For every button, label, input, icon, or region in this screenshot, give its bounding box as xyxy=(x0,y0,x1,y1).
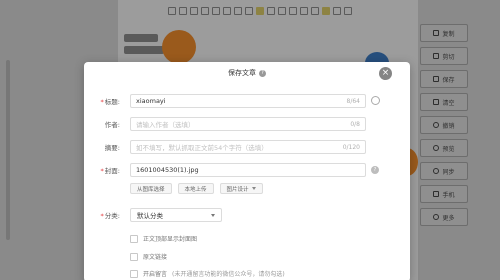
toolbar-button-icon[interactable] xyxy=(322,7,330,15)
category-label: *分类: xyxy=(100,212,120,220)
editor-label-block xyxy=(124,46,164,54)
toolbar-button-icon[interactable] xyxy=(333,7,341,15)
chevron-down-icon xyxy=(211,213,215,217)
toolbar-button-icon[interactable] xyxy=(344,7,352,15)
save-icon xyxy=(433,76,440,82)
title-input[interactable]: xiaomayi 8/64 xyxy=(130,94,366,108)
title-label: *标题: xyxy=(100,98,120,106)
toolbar-button-icon[interactable] xyxy=(201,7,209,15)
author-label: 作者: xyxy=(104,121,120,129)
dialog-title: 保存文章 xyxy=(228,69,256,77)
toolbar-button-icon[interactable] xyxy=(256,7,264,15)
author-char-count: 0/8 xyxy=(350,120,360,128)
summary-label: 摘要: xyxy=(104,144,120,152)
cut-icon xyxy=(433,53,440,59)
category-select[interactable]: 默认分类 xyxy=(130,208,222,222)
summary-char-count: 0/120 xyxy=(342,143,360,151)
undo-icon xyxy=(433,122,440,128)
side-button-sync[interactable]: 同步 xyxy=(420,162,468,180)
toolbar-button-icon[interactable] xyxy=(289,7,297,15)
side-button-copy[interactable]: 复制 xyxy=(420,24,468,42)
choose-from-gallery-button[interactable]: 从图库选择 xyxy=(130,183,172,194)
side-button-clear[interactable]: 清空 xyxy=(420,93,468,111)
sync-icon xyxy=(433,168,440,174)
author-row: 作者: 请输入作者（选填） 0/8 xyxy=(84,117,410,131)
eye-icon xyxy=(433,145,440,151)
trash-icon xyxy=(433,99,440,105)
help-icon[interactable]: ? xyxy=(259,69,266,77)
side-action-panel: 复制 剪切 保存 清空 撤销 预览 同步 手机 更多 xyxy=(420,24,468,280)
local-upload-button[interactable]: 本地上传 xyxy=(177,183,214,194)
copy-icon xyxy=(433,30,440,36)
cover-label: *封面: xyxy=(100,167,120,175)
toolbar-button-icon[interactable] xyxy=(267,7,275,15)
chevron-down-icon xyxy=(251,187,256,190)
comments-note: (未开通留言功能的微信公众号，请勿勾选) xyxy=(172,271,285,278)
image-design-button[interactable]: 图片设计 xyxy=(219,183,263,194)
side-button-undo[interactable]: 撤销 xyxy=(420,116,468,134)
cover-help-icon[interactable]: ? xyxy=(371,166,379,174)
phone-icon xyxy=(433,191,440,197)
editor-toolbar xyxy=(160,0,420,22)
original-link-check-row[interactable]: 原文链接 xyxy=(130,252,167,261)
toolbar-button-icon[interactable] xyxy=(311,7,319,15)
original-link-checkbox[interactable] xyxy=(130,252,138,261)
toolbar-button-icon[interactable] xyxy=(278,7,286,15)
toolbar-button-icon[interactable] xyxy=(234,7,242,15)
side-button-save[interactable]: 保存 xyxy=(420,70,468,88)
title-row: *标题: xiaomayi 8/64 xyxy=(84,94,410,108)
left-scrollbar[interactable] xyxy=(6,60,10,240)
show-cover-checkbox[interactable] xyxy=(130,234,138,243)
cover-actions: 从图库选择 本地上传 图片设计 xyxy=(130,183,263,194)
cover-input[interactable]: 1601004530(1).jpg xyxy=(130,163,366,177)
side-button-phone[interactable]: 手机 xyxy=(420,185,468,203)
dialog-header: 保存文章 ? × xyxy=(84,62,410,84)
toolbar-button-icon[interactable] xyxy=(179,7,187,15)
cover-row: *封面: 1601004530(1).jpg ? xyxy=(84,163,410,177)
toolbar-button-icon[interactable] xyxy=(190,7,198,15)
toolbar-button-icon[interactable] xyxy=(245,7,253,15)
enable-comments-checkbox[interactable] xyxy=(130,269,138,278)
summary-input[interactable]: 如不填写，默认抓取正文前54个字符（选填） 0/120 xyxy=(130,140,366,154)
summary-row: 摘要: 如不填写，默认抓取正文前54个字符（选填） 0/120 xyxy=(84,140,410,154)
toolbar-button-icon[interactable] xyxy=(212,7,220,15)
side-button-cut[interactable]: 剪切 xyxy=(420,47,468,65)
author-input[interactable]: 请输入作者（选填） 0/8 xyxy=(130,117,366,131)
toolbar-button-icon[interactable] xyxy=(223,7,231,15)
save-article-dialog: 保存文章 ? × *标题: xiaomayi 8/64 作者: 请输入作者（选填… xyxy=(84,62,410,280)
title-char-count: 8/64 xyxy=(346,97,360,105)
enable-comments-check-row[interactable]: 开启留言 (未开通留言功能的微信公众号，请勿勾选) xyxy=(130,269,285,278)
show-cover-check-row[interactable]: 正文顶部显示封面图 xyxy=(130,234,197,243)
category-row: *分类: 默认分类 xyxy=(84,208,410,222)
decorative-circle xyxy=(162,30,196,64)
side-button-preview[interactable]: 预览 xyxy=(420,139,468,157)
editor-label-block xyxy=(124,34,158,42)
toolbar-button-icon[interactable] xyxy=(168,7,176,15)
more-icon xyxy=(433,214,440,220)
emoji-icon[interactable] xyxy=(371,96,380,105)
side-button-more[interactable]: 更多 xyxy=(420,208,468,226)
close-button[interactable]: × xyxy=(379,67,392,80)
toolbar-button-icon[interactable] xyxy=(300,7,308,15)
